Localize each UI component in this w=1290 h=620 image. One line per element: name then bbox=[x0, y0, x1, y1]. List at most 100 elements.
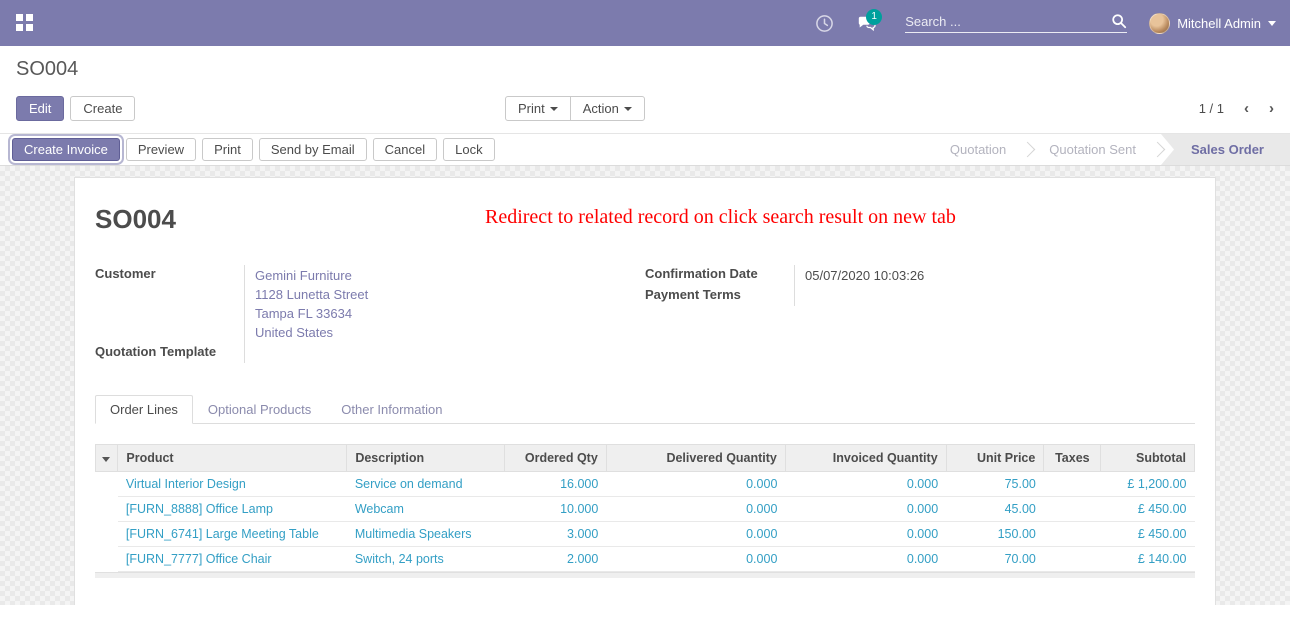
edit-button[interactable]: Edit bbox=[16, 96, 64, 121]
cell-ordered-qty[interactable]: 2.000 bbox=[505, 547, 607, 572]
cell-subtotal[interactable]: £ 1,200.00 bbox=[1101, 472, 1195, 497]
cancel-button[interactable]: Cancel bbox=[373, 138, 437, 161]
pager-previous-button[interactable]: ‹ bbox=[1244, 101, 1249, 116]
col-unit-price[interactable]: Unit Price bbox=[946, 445, 1044, 472]
cell-product[interactable]: [FURN_7777] Office Chair bbox=[118, 547, 347, 572]
pager-next-button[interactable]: › bbox=[1269, 101, 1274, 116]
pager-value: 1 / 1 bbox=[1199, 101, 1224, 116]
print-button[interactable]: Print bbox=[202, 138, 253, 161]
field-groups: Customer Gemini Furniture 1128 Lunetta S… bbox=[95, 265, 1195, 363]
customer-country: United States bbox=[255, 323, 645, 342]
tab-order-lines[interactable]: Order Lines bbox=[95, 395, 193, 424]
cell-taxes[interactable] bbox=[1044, 522, 1101, 547]
notebook-tabs: Order Lines Optional Products Other Info… bbox=[95, 395, 1195, 424]
table-row[interactable]: [FURN_8888] Office Lamp Webcam 10.000 0.… bbox=[96, 497, 1195, 522]
col-invoiced-qty[interactable]: Invoiced Quantity bbox=[785, 445, 946, 472]
optional-columns-toggle[interactable] bbox=[96, 445, 118, 472]
red-annotation-text: Redirect to related record on click sear… bbox=[485, 206, 956, 229]
cell-ordered-qty[interactable]: 3.000 bbox=[505, 522, 607, 547]
table-row[interactable]: Virtual Interior Design Service on deman… bbox=[96, 472, 1195, 497]
search-icon[interactable] bbox=[1111, 13, 1127, 29]
activity-clock-icon[interactable] bbox=[807, 8, 841, 38]
cell-product[interactable]: [FURN_8888] Office Lamp bbox=[118, 497, 347, 522]
statusbar: Create Invoice Preview Print Send by Ema… bbox=[0, 133, 1290, 166]
user-avatar bbox=[1149, 13, 1170, 34]
control-panel: SO004 Edit Create Print Action 1 / 1 ‹ › bbox=[0, 46, 1290, 133]
tab-optional-products[interactable]: Optional Products bbox=[193, 395, 326, 423]
print-menu-button[interactable]: Print bbox=[505, 96, 571, 121]
create-invoice-button[interactable]: Create Invoice bbox=[12, 138, 120, 161]
status-quotation-sent[interactable]: Quotation Sent bbox=[1029, 134, 1156, 165]
messages-count-badge: 1 bbox=[866, 9, 882, 25]
status-pipeline: Quotation Quotation Sent Sales Order bbox=[930, 134, 1290, 165]
cell-delivered-qty[interactable]: 0.000 bbox=[606, 497, 785, 522]
global-search bbox=[905, 13, 1127, 33]
cell-ordered-qty[interactable]: 10.000 bbox=[505, 497, 607, 522]
table-header-row: Product Description Ordered Qty Delivere… bbox=[96, 445, 1195, 472]
cell-invoiced-qty[interactable]: 0.000 bbox=[785, 472, 946, 497]
table-row[interactable]: [FURN_6741] Large Meeting Table Multimed… bbox=[96, 522, 1195, 547]
customer-street: 1128 Lunetta Street bbox=[255, 285, 645, 304]
create-button[interactable]: Create bbox=[70, 96, 135, 121]
action-menu-button[interactable]: Action bbox=[570, 96, 645, 121]
cell-ordered-qty[interactable]: 16.000 bbox=[505, 472, 607, 497]
left-field-group: Customer Gemini Furniture 1128 Lunetta S… bbox=[95, 265, 645, 363]
messages-icon[interactable]: 1 bbox=[849, 8, 883, 38]
cell-product[interactable]: [FURN_6741] Large Meeting Table bbox=[118, 522, 347, 547]
cell-unit-price[interactable]: 70.00 bbox=[946, 547, 1044, 572]
cell-delivered-qty[interactable]: 0.000 bbox=[606, 472, 785, 497]
cell-unit-price[interactable]: 45.00 bbox=[946, 497, 1044, 522]
pager: 1 / 1 ‹ › bbox=[1199, 101, 1274, 116]
chevron-down-icon bbox=[550, 107, 558, 111]
cell-delivered-qty[interactable]: 0.000 bbox=[606, 547, 785, 572]
cell-subtotal[interactable]: £ 450.00 bbox=[1101, 497, 1195, 522]
confirmation-date-label: Confirmation Date bbox=[645, 265, 795, 286]
cell-subtotal[interactable]: £ 140.00 bbox=[1101, 547, 1195, 572]
cell-taxes[interactable] bbox=[1044, 547, 1101, 572]
confirmation-date-value: 05/07/2020 10:03:26 bbox=[795, 265, 1195, 286]
search-input[interactable] bbox=[905, 14, 1111, 29]
table-row[interactable]: [FURN_7777] Office Chair Switch, 24 port… bbox=[96, 547, 1195, 572]
cell-invoiced-qty[interactable]: 0.000 bbox=[785, 522, 946, 547]
cell-invoiced-qty[interactable]: 0.000 bbox=[785, 547, 946, 572]
col-description[interactable]: Description bbox=[347, 445, 505, 472]
col-product[interactable]: Product bbox=[118, 445, 347, 472]
payment-terms-value[interactable] bbox=[795, 286, 1195, 306]
breadcrumb-record-name: SO004 bbox=[16, 58, 1274, 81]
send-by-email-button[interactable]: Send by Email bbox=[259, 138, 367, 161]
status-quotation[interactable]: Quotation bbox=[930, 134, 1026, 165]
quotation-template-value[interactable] bbox=[245, 343, 645, 363]
col-ordered-qty[interactable]: Ordered Qty bbox=[505, 445, 607, 472]
chevron-down-icon bbox=[624, 107, 632, 111]
chevron-down-icon bbox=[102, 457, 110, 462]
cell-subtotal[interactable]: £ 450.00 bbox=[1101, 522, 1195, 547]
preview-button[interactable]: Preview bbox=[126, 138, 196, 161]
cell-invoiced-qty[interactable]: 0.000 bbox=[785, 497, 946, 522]
cell-product[interactable]: Virtual Interior Design bbox=[118, 472, 347, 497]
user-menu[interactable]: Mitchell Admin bbox=[1149, 13, 1280, 34]
cell-description[interactable]: Multimedia Speakers bbox=[347, 522, 505, 547]
lock-button[interactable]: Lock bbox=[443, 138, 494, 161]
cell-unit-price[interactable]: 150.00 bbox=[946, 522, 1044, 547]
cell-description[interactable]: Service on demand bbox=[347, 472, 505, 497]
cell-taxes[interactable] bbox=[1044, 497, 1101, 522]
customer-name-link[interactable]: Gemini Furniture bbox=[255, 266, 645, 285]
customer-value[interactable]: Gemini Furniture 1128 Lunetta Street Tam… bbox=[245, 265, 645, 343]
form-view-background: SO004 Redirect to related record on clic… bbox=[0, 166, 1290, 605]
cell-delivered-qty[interactable]: 0.000 bbox=[606, 522, 785, 547]
col-taxes[interactable]: Taxes bbox=[1044, 445, 1101, 472]
tab-other-information[interactable]: Other Information bbox=[326, 395, 457, 423]
right-field-group: Confirmation Date 05/07/2020 10:03:26 Pa… bbox=[645, 265, 1195, 363]
cell-description[interactable]: Switch, 24 ports bbox=[347, 547, 505, 572]
col-delivered-qty[interactable]: Delivered Quantity bbox=[606, 445, 785, 472]
print-action-group: Print Action bbox=[505, 96, 645, 121]
table-footer-strip bbox=[95, 572, 1195, 578]
apps-menu-icon[interactable] bbox=[16, 14, 34, 32]
sale-order-sheet: SO004 Redirect to related record on clic… bbox=[74, 177, 1216, 605]
status-sales-order[interactable]: Sales Order bbox=[1161, 134, 1290, 165]
cell-description[interactable]: Webcam bbox=[347, 497, 505, 522]
order-lines-table: Product Description Ordered Qty Delivere… bbox=[95, 444, 1195, 572]
cell-taxes[interactable] bbox=[1044, 472, 1101, 497]
cell-unit-price[interactable]: 75.00 bbox=[946, 472, 1044, 497]
col-subtotal[interactable]: Subtotal bbox=[1101, 445, 1195, 472]
